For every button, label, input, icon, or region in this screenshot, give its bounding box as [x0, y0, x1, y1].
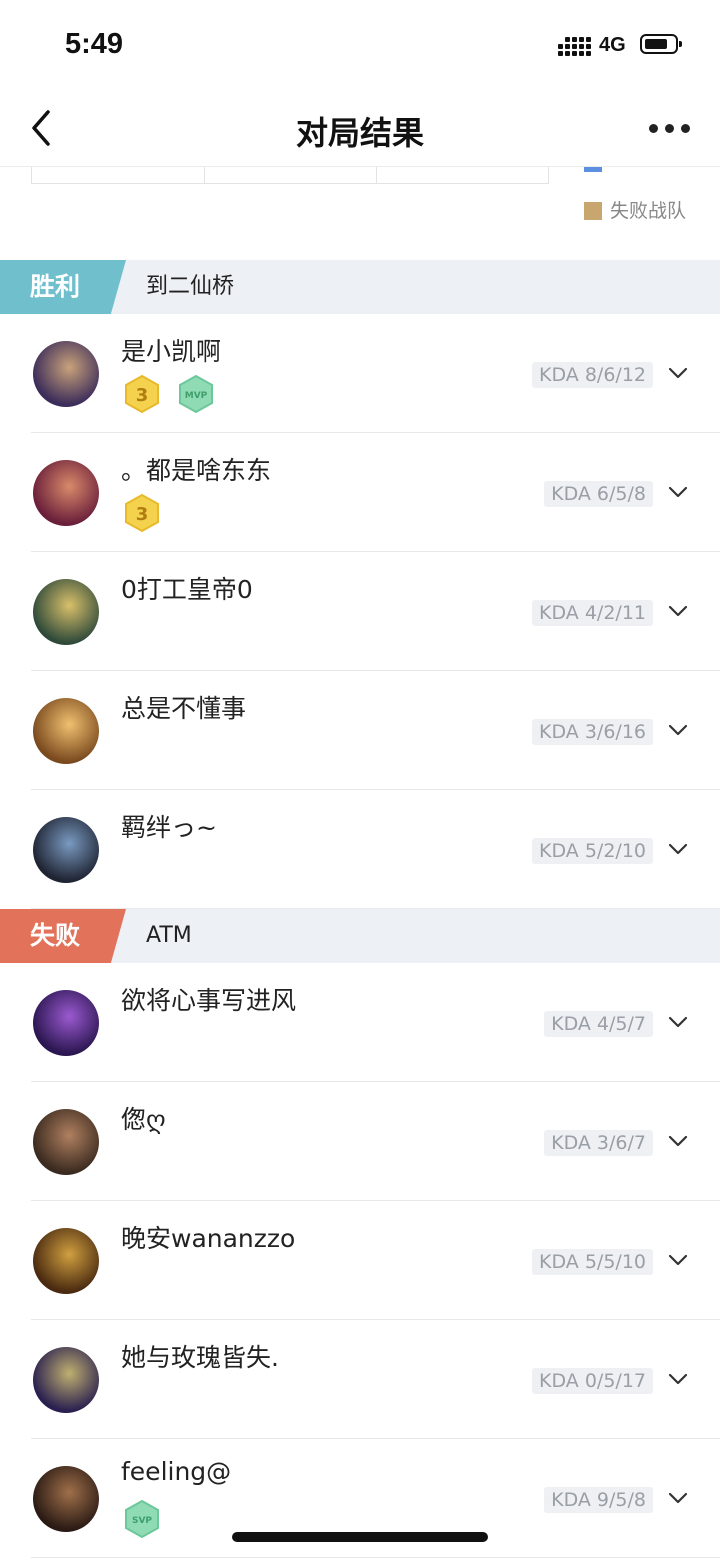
player-avatar [33, 817, 99, 883]
kda-badge: KDA 4/2/11 [532, 600, 653, 626]
status-time: 5:49 [65, 28, 124, 60]
team-name: 到二仙桥 [146, 274, 235, 299]
legend-lose-swatch [584, 202, 602, 220]
chevron-down-icon[interactable] [668, 1253, 688, 1267]
player-row[interactable]: 羁绊っ~ KDA 5/2/10 [0, 790, 720, 909]
player-row[interactable]: 欲将心事写进风 KDA 4/5/7 [0, 963, 720, 1082]
svg-text:MVP: MVP [185, 391, 208, 401]
award-badge: MVP [179, 374, 213, 414]
player-avatar [33, 1109, 99, 1175]
player-row[interactable]: 0打工皇帝0 KDA 4/2/11 [0, 552, 720, 671]
legend-lose: 失败战队 [584, 196, 686, 223]
kda-badge: KDA 3/6/7 [544, 1130, 653, 1156]
player-name: 总是不懂事 [121, 694, 247, 723]
kda-badge: KDA 8/6/12 [532, 362, 653, 388]
kda-badge: KDA 5/5/10 [532, 1249, 653, 1275]
player-name: 晚安wananzzo [121, 1224, 296, 1253]
network-label: 4G [599, 34, 626, 56]
chevron-down-icon[interactable] [668, 604, 688, 618]
rank-badge: 3 [125, 493, 159, 533]
legend-win-swatch [584, 167, 602, 172]
more-button[interactable] [646, 112, 692, 142]
kda-badge: KDA 9/5/8 [544, 1487, 653, 1513]
player-name: 羁绊っ~ [121, 813, 217, 842]
home-indicator [232, 1532, 488, 1542]
player-avatar [33, 1228, 99, 1294]
player-name: feeling@ [121, 1457, 232, 1486]
svg-text:3: 3 [136, 504, 149, 525]
player-avatar [33, 1466, 99, 1532]
status-bar: 5:49 4G [0, 0, 720, 90]
legend-lose-label: 失败战队 [610, 200, 687, 222]
team-name: ATM [146, 923, 192, 948]
chevron-down-icon[interactable] [668, 1491, 688, 1505]
player-row[interactable]: 总是不懂事 KDA 3/6/16 [0, 671, 720, 790]
player-row[interactable]: 偬ღ KDA 3/6/7 [0, 1082, 720, 1201]
svg-text:3: 3 [136, 385, 149, 406]
svg-text:SVP: SVP [132, 1516, 152, 1526]
battery-icon [640, 34, 682, 54]
team-header: 胜利 到二仙桥 [0, 260, 720, 314]
player-name: 是小凯啊 [121, 337, 222, 366]
kda-badge: KDA 6/5/8 [544, 481, 653, 507]
team-header: 失败 ATM [0, 909, 720, 963]
player-avatar [33, 579, 99, 645]
player-row[interactable]: 晚安wananzzo KDA 5/5/10 [0, 1201, 720, 1320]
player-avatar [33, 460, 99, 526]
page-title: 对局结果 [295, 114, 424, 152]
team-result-tag: 失败 [0, 909, 126, 963]
chevron-down-icon[interactable] [668, 1015, 688, 1029]
player-name: 。都是啥东东 [121, 456, 272, 485]
player-row[interactable]: 。都是啥东东 KDA 6/5/8 3 [0, 433, 720, 552]
player-row[interactable]: 她与玫瑰皆失. KDA 0/5/17 [0, 1320, 720, 1439]
chevron-down-icon[interactable] [668, 723, 688, 737]
player-name: 0打工皇帝0 [121, 575, 253, 604]
kda-badge: KDA 5/2/10 [532, 838, 653, 864]
player-avatar [33, 341, 99, 407]
chevron-down-icon[interactable] [668, 485, 688, 499]
kda-badge: KDA 3/6/16 [532, 719, 653, 745]
rank-badge: 3 [125, 374, 159, 414]
chevron-down-icon[interactable] [668, 842, 688, 856]
player-avatar [33, 698, 99, 764]
chevron-down-icon[interactable] [668, 366, 688, 380]
player-name: 欲将心事写进风 [121, 986, 297, 1015]
team-result-tag: 胜利 [0, 260, 126, 314]
player-avatar [33, 990, 99, 1056]
award-badge: SVP [125, 1499, 159, 1539]
player-name: 偬ღ [121, 1105, 166, 1134]
chevron-down-icon[interactable] [668, 1134, 688, 1148]
chevron-down-icon[interactable] [668, 1372, 688, 1386]
player-avatar [33, 1347, 99, 1413]
kda-badge: KDA 0/5/17 [532, 1368, 653, 1394]
kda-badge: KDA 4/5/7 [544, 1011, 653, 1037]
nav-bar: 对局结果 [0, 90, 720, 166]
stats-table-bottom [31, 167, 549, 184]
player-row[interactable]: 是小凯啊 KDA 8/6/12 3 MVP [0, 314, 720, 433]
player-name: 她与玫瑰皆失. [121, 1343, 279, 1372]
